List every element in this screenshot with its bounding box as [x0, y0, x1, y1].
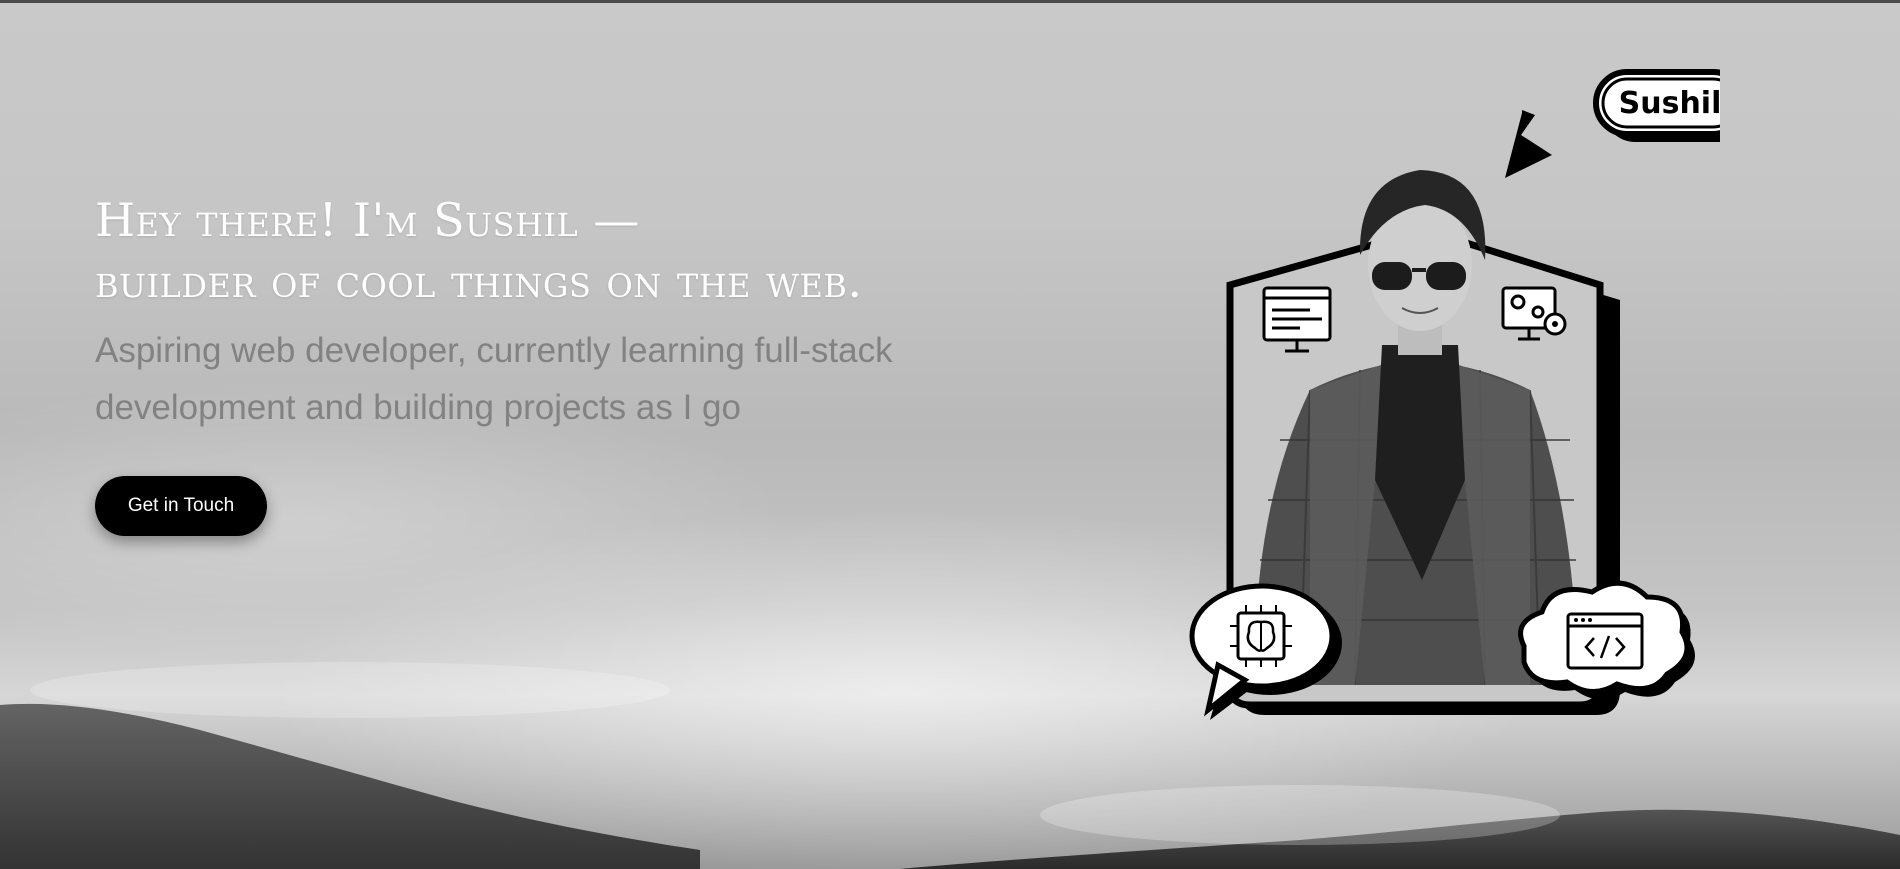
headline-line-1: Hey there! I'm Sushil — — [95, 193, 640, 247]
subtitle-line-2: development and building projects as I g… — [95, 388, 741, 427]
code-browser-icon — [1518, 580, 1695, 700]
arrow-pointer-icon — [1505, 110, 1552, 178]
name-badge-label: Sushil — [1619, 86, 1720, 121]
hero-headline: Hey there! I'm Sushil — builder of cool … — [95, 190, 862, 312]
name-badge: Sushil — [1593, 69, 1720, 142]
headline-line-2: builder of cool things on the web. — [95, 254, 863, 308]
hero-subtitle: Aspiring web developer, currently learni… — [95, 322, 893, 436]
avatar-illustration: Sushil — [1189, 69, 1720, 720]
hero-section: Hey there! I'm Sushil — builder of cool … — [0, 0, 1900, 869]
get-in-touch-button[interactable]: Get in Touch — [95, 476, 267, 536]
subtitle-line-1: Aspiring web developer, currently learni… — [95, 331, 893, 370]
